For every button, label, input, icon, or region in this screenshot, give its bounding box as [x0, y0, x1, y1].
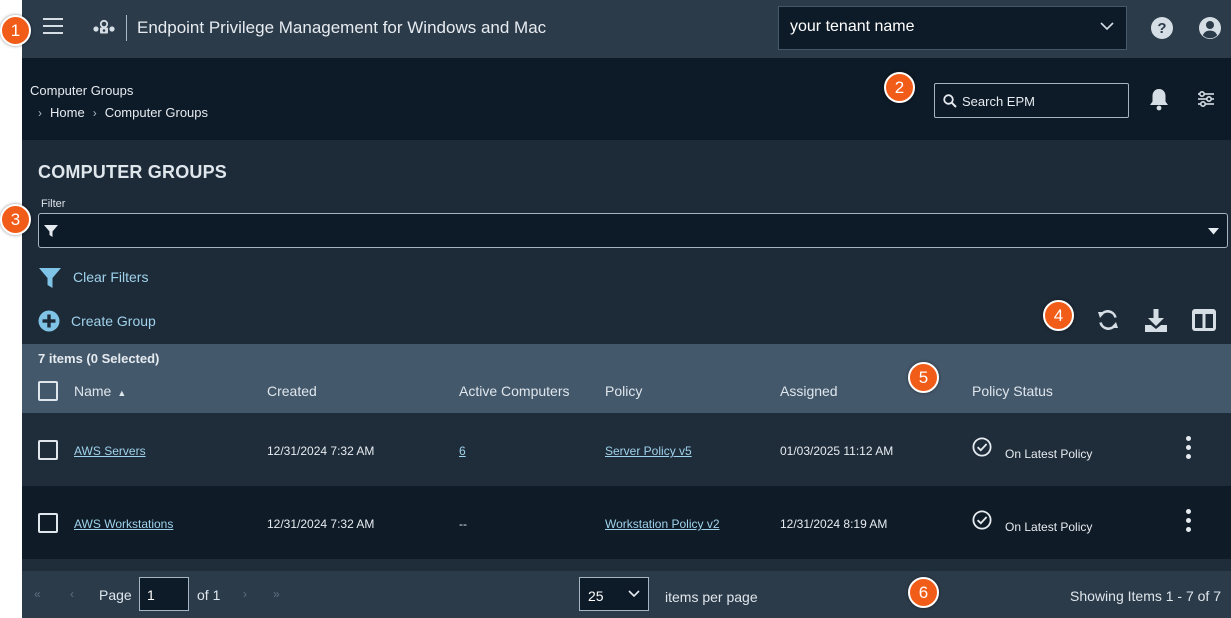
page-header: Computer Groups › Home › Computer Groups Se…	[22, 58, 1231, 140]
tenant-select[interactable]: your tenant name	[778, 6, 1127, 50]
table-scroll-area	[22, 559, 1231, 571]
table-header: 7 items (0 Selected) Name ▲ Created Activ…	[22, 344, 1231, 413]
download-icon[interactable]	[1143, 308, 1169, 334]
filter-select[interactable]	[38, 213, 1228, 248]
policy-link[interactable]: Server Policy v5	[605, 444, 692, 458]
column-header-created[interactable]: Created	[267, 383, 317, 399]
search-icon	[943, 94, 957, 108]
chevron-down-icon	[628, 590, 640, 598]
svg-text:?: ?	[1157, 20, 1166, 37]
table-row: AWS Workstations 12/31/2024 7:32 AM -- W…	[22, 486, 1231, 559]
callout-badge: 2	[884, 72, 915, 103]
row-checkbox[interactable]	[38, 440, 58, 460]
search-placeholder: Search EPM	[962, 94, 1035, 109]
items-count: 7 items (0 Selected)	[38, 351, 160, 366]
active-computers-link[interactable]: 6	[459, 444, 466, 458]
policy-status-text: On Latest Policy	[1005, 520, 1093, 534]
created-cell: 12/31/2024 7:32 AM	[267, 444, 375, 458]
refresh-icon[interactable]	[1096, 308, 1120, 332]
column-header-name-label: Name	[74, 383, 112, 399]
table-row: AWS Servers 12/31/2024 7:32 AM 6 Server …	[22, 413, 1231, 486]
help-icon[interactable]: ?	[1150, 16, 1174, 40]
column-header-policy-status[interactable]: Policy Status	[972, 383, 1053, 399]
policy-status: On Latest Policy	[972, 510, 1092, 535]
page-total: of 1	[197, 587, 221, 603]
callout-badge: 3	[0, 204, 31, 235]
menu-icon[interactable]	[43, 18, 63, 36]
columns-icon[interactable]	[1192, 309, 1216, 331]
page-number-input[interactable]: 1	[139, 577, 189, 611]
chevron-down-icon	[1100, 22, 1114, 31]
assigned-cell: 01/03/2025 11:12 AM	[780, 444, 894, 458]
title-divider	[126, 15, 127, 41]
select-all-checkbox[interactable]	[38, 381, 58, 401]
add-circle-icon	[38, 310, 60, 332]
group-name-link[interactable]: AWS Servers	[74, 444, 146, 458]
breadcrumb: › Home › Computer Groups	[38, 105, 208, 120]
policy-link[interactable]: Workstation Policy v2	[605, 517, 720, 531]
items-per-page-value: 25	[588, 588, 604, 604]
create-group-label: Create Group	[71, 313, 156, 329]
settings-sliders-icon[interactable]	[1197, 91, 1215, 107]
account-icon[interactable]	[1198, 16, 1222, 40]
check-circle-icon	[972, 510, 992, 530]
policy-status-text: On Latest Policy	[1005, 447, 1093, 461]
beyondtrust-logo-icon	[93, 19, 115, 34]
breadcrumb-separator: ›	[38, 106, 42, 120]
app-title: Endpoint Privilege Management for Window…	[137, 18, 547, 37]
dropdown-arrow-icon	[1208, 228, 1219, 235]
callout-badge: 4	[1043, 300, 1074, 331]
row-checkbox[interactable]	[38, 513, 58, 533]
sort-ascending-icon: ▲	[117, 388, 127, 398]
showing-items-text: Showing Items 1 - 7 of 7	[1070, 588, 1221, 604]
first-page-button[interactable]: «	[34, 587, 41, 601]
next-page-button[interactable]: ›	[243, 587, 247, 601]
filter-label: Filter	[41, 198, 66, 210]
tenant-value: your tenant name	[790, 18, 915, 35]
assigned-cell: 12/31/2024 8:19 AM	[780, 517, 888, 531]
top-bar: Endpoint Privilege Management for Window…	[22, 0, 1231, 58]
column-header-assigned[interactable]: Assigned	[780, 383, 838, 399]
clear-filters-button[interactable]: Clear Filters	[38, 266, 148, 290]
header-page-name: Computer Groups	[30, 83, 134, 98]
page-title: COMPUTER GROUPS	[38, 162, 228, 182]
policy-status: On Latest Policy	[972, 437, 1092, 462]
clear-filters-label: Clear Filters	[73, 269, 149, 285]
page-label: Page	[99, 587, 132, 603]
active-computers-cell: --	[459, 517, 467, 531]
filter-icon	[39, 268, 61, 288]
items-per-page-label: items per page	[665, 589, 758, 605]
previous-page-button[interactable]: ‹	[70, 587, 74, 601]
callout-badge: 5	[908, 362, 939, 393]
column-header-policy[interactable]: Policy	[605, 383, 642, 399]
callout-badge: 1	[0, 15, 31, 46]
filter-icon	[44, 225, 58, 237]
row-actions-menu-icon[interactable]	[1180, 509, 1196, 535]
group-name-link[interactable]: AWS Workstations	[74, 517, 173, 531]
items-per-page-select[interactable]: 25	[579, 577, 649, 611]
breadcrumb-separator: ›	[92, 106, 97, 120]
last-page-button[interactable]: »	[273, 587, 280, 601]
row-actions-menu-icon[interactable]	[1180, 436, 1196, 462]
callout-badge: 6	[908, 577, 939, 608]
created-cell: 12/31/2024 7:32 AM	[267, 517, 375, 531]
column-header-active-computers[interactable]: Active Computers	[459, 383, 569, 399]
pagination-bar: « ‹ Page 1 of 1 › » 25 items per page Sh…	[22, 571, 1231, 618]
create-group-button[interactable]: Create Group	[38, 310, 156, 334]
check-circle-icon	[972, 437, 992, 457]
column-header-name[interactable]: Name ▲	[74, 383, 126, 399]
search-input[interactable]: Search EPM	[934, 83, 1129, 118]
breadcrumb-home[interactable]: Home	[50, 105, 85, 120]
breadcrumb-current: Computer Groups	[104, 105, 209, 120]
bell-icon[interactable]	[1148, 87, 1170, 111]
